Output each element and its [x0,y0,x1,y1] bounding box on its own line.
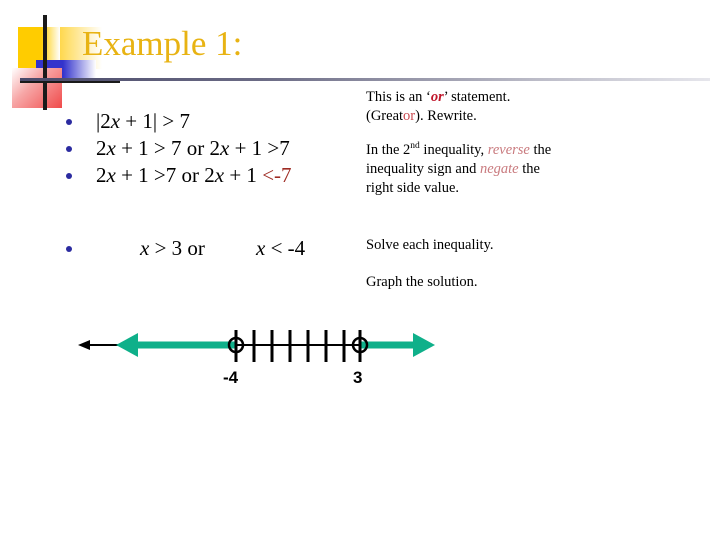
note-graph-instruction: Graph the solution. [366,274,478,290]
bullet-dot-icon [66,173,72,179]
bullet-dot-icon [66,119,72,125]
number-line-graph: -4 3 [60,320,460,400]
solution-row: x > 3 or x < -4 [56,233,386,263]
solution-ray-left-arrowhead-icon [116,333,138,357]
note-line: This is an ‘or’ statement. [366,89,511,105]
note-solve-instruction: Solve each inequality. [366,237,494,253]
red-square-block [12,68,62,108]
math-step-row: 2x + 1 > 7 or 2x + 1 >7 [56,135,356,162]
math-steps-list: |2x + 1| > 7 2x + 1 > 7 or 2x + 1 >7 2x … [56,108,356,189]
note-line: right side value. [366,180,460,196]
note-line: In the 2nd inequality, reverse the [366,141,552,158]
axis-left-arrowhead-icon [78,340,90,350]
number-line-label-right: 3 [353,368,363,387]
black-vertical-bar [43,15,47,110]
number-line-svg [78,330,435,362]
title-divider [20,78,710,81]
solution-ray-right-arrowhead-icon [413,333,435,357]
math-step-row: 2x + 1 >7 or 2x + 1 <-7 [56,162,356,189]
math-step-row: |2x + 1| > 7 [56,108,356,135]
math-step-3-text: 2x + 1 >7 or 2x + 1 <-7 [96,163,292,187]
bullet-dot-icon [66,146,72,152]
solution-right-text: x < -4 [256,236,306,260]
number-line-label-left: -4 [223,368,239,387]
notes-column: This is an ‘or’ statement. (Greator). Re… [366,88,666,213]
note-line: inequality sign and negate the [366,161,540,177]
solution-left-text: x > 3 or [140,236,205,260]
note-reverse-negate: In the 2nd inequality, reverse the inequ… [366,141,666,198]
math-step-2-text: 2x + 1 > 7 or 2x + 1 >7 [96,136,290,160]
bullet-dot-icon [66,246,72,252]
note-or-statement: This is an ‘or’ statement. (Greator). Re… [366,88,666,126]
note-line: (Greator). Rewrite. [366,108,477,124]
math-step-1-text: |2x + 1| > 7 [96,109,190,133]
page-title: Example 1: [82,24,243,63]
